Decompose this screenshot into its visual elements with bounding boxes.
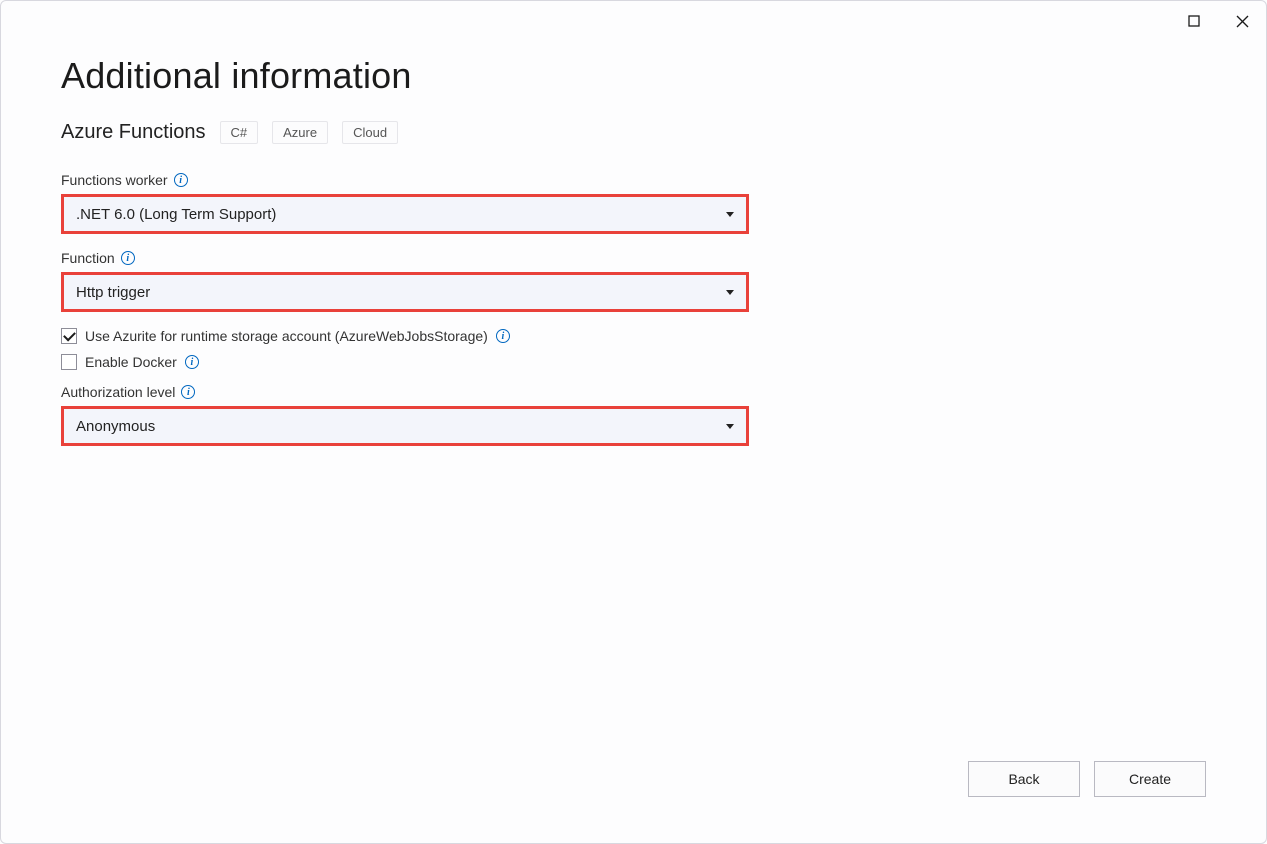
info-icon[interactable]: i [174,173,188,187]
auth-level-label: Authorization level [61,384,175,400]
functions-worker-group: Functions worker i .NET 6.0 (Long Term S… [61,172,1206,234]
chevron-down-icon [726,424,734,429]
function-value: Http trigger [76,284,150,301]
subtitle-row: Azure Functions C# Azure Cloud [61,121,1206,144]
dialog-footer: Back Create [968,761,1206,797]
functions-worker-label-row: Functions worker i [61,172,1206,188]
info-icon[interactable]: i [496,329,510,343]
azurite-checkbox-row: Use Azurite for runtime storage account … [61,328,1206,344]
docker-checkbox-label: Enable Docker [85,354,177,370]
function-label-row: Function i [61,250,1206,266]
tag-azure: Azure [272,121,328,144]
close-button[interactable] [1230,9,1254,33]
auth-level-value: Anonymous [76,418,155,435]
azurite-checkbox-label: Use Azurite for runtime storage account … [85,328,488,344]
create-button[interactable]: Create [1094,761,1206,797]
project-type-label: Azure Functions [61,121,206,144]
maximize-button[interactable] [1182,9,1206,33]
auth-level-group: Authorization level i Anonymous [61,384,1206,446]
docker-checkbox[interactable] [61,354,77,370]
dialog-content: Additional information Azure Functions C… [61,55,1206,763]
chevron-down-icon [726,212,734,217]
window-controls [1182,9,1254,33]
functions-worker-label: Functions worker [61,172,168,188]
functions-worker-value: .NET 6.0 (Long Term Support) [76,206,276,223]
back-button[interactable]: Back [968,761,1080,797]
tag-cloud: Cloud [342,121,398,144]
azurite-checkbox[interactable] [61,328,77,344]
info-icon[interactable]: i [185,355,199,369]
page-title: Additional information [61,55,1206,97]
function-group: Function i Http trigger [61,250,1206,312]
auth-level-label-row: Authorization level i [61,384,1206,400]
function-label: Function [61,250,115,266]
functions-worker-dropdown[interactable]: .NET 6.0 (Long Term Support) [61,194,749,234]
chevron-down-icon [726,290,734,295]
info-icon[interactable]: i [121,251,135,265]
tag-csharp: C# [220,121,259,144]
docker-checkbox-row: Enable Docker i [61,354,1206,370]
function-dropdown[interactable]: Http trigger [61,272,749,312]
info-icon[interactable]: i [181,385,195,399]
auth-level-dropdown[interactable]: Anonymous [61,406,749,446]
dialog-window: Additional information Azure Functions C… [0,0,1267,844]
